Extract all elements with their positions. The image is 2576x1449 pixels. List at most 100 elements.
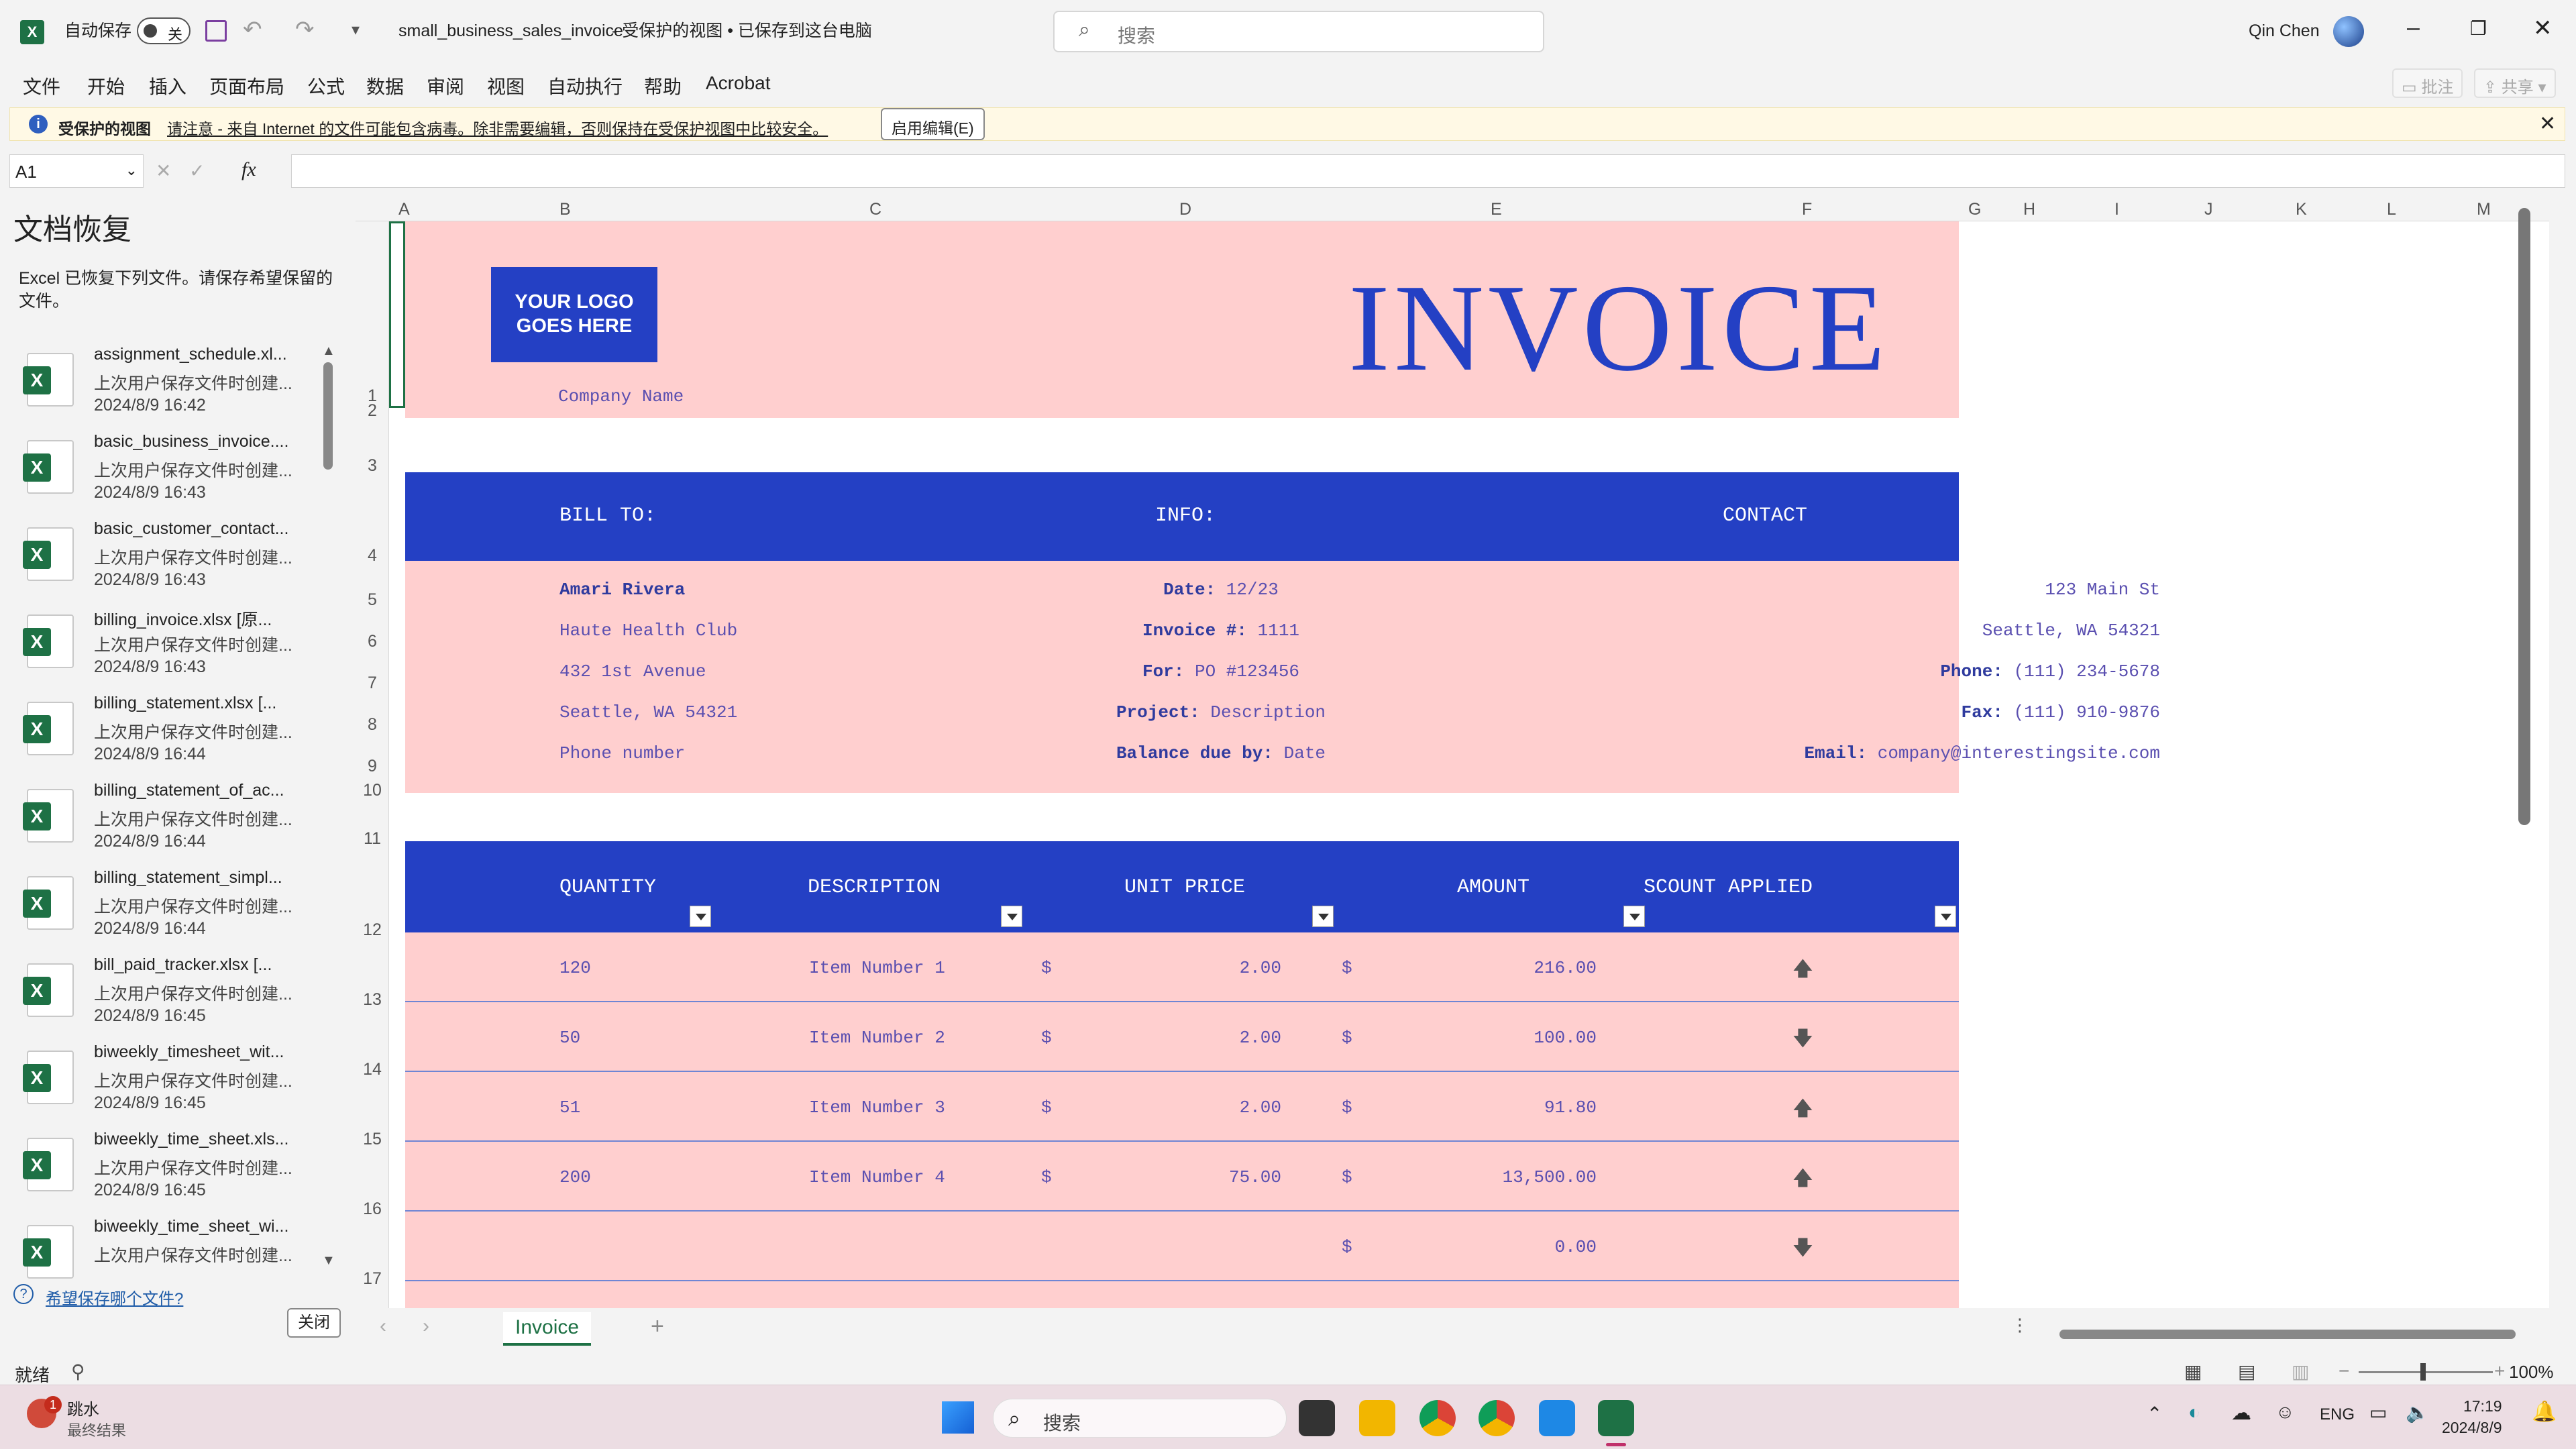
column-header[interactable]: F [1802, 200, 1812, 219]
which-file-link[interactable]: 希望保存哪个文件? [46, 1285, 183, 1309]
restore-icon[interactable]: ❐ [2470, 17, 2487, 40]
task-view-icon[interactable] [1299, 1400, 1335, 1436]
menu-page-layout[interactable]: 页面布局 [209, 72, 284, 99]
row-header[interactable]: 15 [356, 1130, 389, 1149]
scroll-up-icon[interactable]: ▲ [322, 343, 335, 359]
recovery-file-item[interactable]: Xassignment_schedule.xl... 上次用户保存文件时创建...… [20, 341, 309, 428]
volume-icon[interactable]: 🔈 [2406, 1401, 2429, 1424]
cancel-icon[interactable]: ✕ [156, 160, 171, 182]
quick-access-dropdown-icon[interactable]: ▾ [352, 20, 360, 40]
menu-home[interactable]: 开始 [87, 72, 125, 99]
menu-formulas[interactable]: 公式 [307, 72, 345, 99]
menu-insert[interactable]: 插入 [149, 72, 186, 99]
recovery-file-item[interactable]: Xbilling_statement.xlsx [... 上次用户保存文件时创建.… [20, 690, 309, 777]
menu-view[interactable]: 视图 [487, 72, 525, 99]
zoom-level[interactable]: 100% [2509, 1362, 2554, 1383]
row-header[interactable]: 17 [356, 1269, 389, 1289]
save-icon[interactable] [205, 20, 227, 42]
recovery-file-item[interactable]: Xbiweekly_time_sheet.xls... 上次用户保存文件时创建..… [20, 1126, 309, 1213]
column-header[interactable]: I [2114, 200, 2119, 219]
column-header[interactable]: K [2296, 200, 2307, 219]
enter-icon[interactable]: ✓ [189, 160, 205, 182]
undo-icon[interactable]: ↶ [243, 16, 262, 43]
autosave-toggle[interactable]: 关 [137, 17, 191, 44]
taskbar-search[interactable]: ⌕ 搜索 [993, 1399, 1287, 1438]
menu-data[interactable]: 数据 [366, 72, 404, 99]
filter-dropdown-description[interactable] [1001, 906, 1022, 927]
row-header[interactable]: 10 [356, 781, 389, 800]
accessibility-icon[interactable]: ⚲ [71, 1360, 85, 1383]
file-status[interactable]: - 受保护的视图 • 已保存到这台电脑 [612, 0, 872, 62]
row-header[interactable]: 6 [356, 632, 389, 651]
prev-sheet-icon[interactable]: ‹ [380, 1315, 386, 1338]
menu-help[interactable]: 帮助 [644, 72, 682, 99]
protected-view-message[interactable]: 请注意 - 来自 Internet 的文件可能包含病毒。除非需要编辑，否则保持在… [167, 116, 828, 139]
search-box[interactable]: ⌕ 搜索 [1053, 11, 1544, 52]
insert-function-icon[interactable]: fx [241, 158, 256, 181]
chrome-icon[interactable] [1419, 1400, 1456, 1436]
menu-file[interactable]: 文件 [23, 72, 60, 99]
row-header[interactable]: 3 [356, 456, 389, 476]
row-header[interactable]: 2 [356, 401, 389, 421]
filter-dropdown-unit-price[interactable] [1312, 906, 1334, 927]
notifications-bell-icon[interactable]: 🔔 [2532, 1400, 2557, 1424]
column-header[interactable]: A [398, 200, 410, 219]
column-header[interactable]: E [1491, 200, 1502, 219]
filter-dropdown-amount[interactable] [1623, 906, 1645, 927]
app-tray-icon[interactable]: ☺ [2275, 1401, 2295, 1423]
add-sheet-icon[interactable]: + [651, 1313, 664, 1340]
menu-acrobat[interactable]: Acrobat [706, 72, 771, 94]
column-header[interactable]: J [2204, 200, 2213, 219]
vscode-icon[interactable] [1539, 1400, 1575, 1436]
onedrive-icon[interactable]: ☁ [2231, 1401, 2251, 1425]
weather-title[interactable]: 跳水 [67, 1396, 99, 1419]
file-explorer-icon[interactable] [1359, 1400, 1395, 1436]
row-header[interactable]: 16 [356, 1199, 389, 1219]
row-header[interactable]: 5 [356, 590, 389, 610]
scroll-down-icon[interactable]: ▼ [322, 1253, 335, 1269]
selected-cell-a1[interactable] [389, 221, 405, 408]
user-name[interactable]: Qin Chen [2249, 0, 2320, 62]
row-header[interactable]: 12 [356, 920, 389, 940]
edge-icon[interactable]: ◐ [2188, 1401, 2200, 1424]
comments-button[interactable]: ▭ 批注 [2392, 68, 2463, 98]
row-header[interactable]: 11 [356, 829, 389, 849]
chevron-up-icon[interactable]: ⌃ [2147, 1403, 2162, 1425]
chevron-down-icon[interactable]: ⌄ [125, 162, 138, 179]
sheet-tab-invoice[interactable]: Invoice [503, 1312, 592, 1346]
close-window-icon[interactable]: ✕ [2533, 15, 2553, 42]
row-header[interactable]: 14 [356, 1060, 389, 1079]
column-header[interactable]: B [559, 200, 571, 219]
network-icon[interactable]: ▭ [2369, 1401, 2387, 1424]
avatar[interactable] [2333, 16, 2364, 47]
enable-editing-button[interactable]: 启用编辑(E) [881, 108, 985, 140]
column-header[interactable]: H [2023, 200, 2035, 219]
share-button[interactable]: ⇪ 共享 ▾ [2474, 68, 2556, 98]
recovery-file-item[interactable]: Xbill_paid_tracker.xlsx [... 上次用户保存文件时创建.… [20, 951, 309, 1038]
horizontal-scrollbar[interactable] [2059, 1330, 2516, 1339]
taskbar-clock[interactable]: 17:19 2024/8/9 [2442, 1395, 2502, 1438]
normal-view-icon[interactable]: ▦ [2184, 1360, 2202, 1383]
page-break-icon[interactable]: ▥ [2292, 1360, 2309, 1383]
column-header[interactable]: G [1968, 200, 1981, 219]
zoom-out-icon[interactable]: − [2339, 1360, 2349, 1382]
recovery-scrollbar[interactable] [323, 362, 333, 470]
close-icon[interactable]: ✕ [2539, 112, 2556, 136]
recovery-file-item[interactable]: Xbilling_statement_simpl... 上次用户保存文件时创建..… [20, 864, 309, 951]
column-header[interactable]: M [2477, 200, 2491, 219]
more-options-icon[interactable]: ⋮ [2011, 1315, 2029, 1336]
zoom-slider-thumb[interactable] [2420, 1363, 2426, 1381]
recovery-file-item[interactable]: Xbilling_invoice.xlsx [原... 上次用户保存文件时创建..… [20, 602, 309, 690]
name-box[interactable]: A1 ⌄ [9, 154, 144, 188]
zoom-in-icon[interactable]: + [2494, 1360, 2505, 1382]
row-header[interactable]: 8 [356, 715, 389, 735]
column-header[interactable]: C [869, 200, 881, 219]
row-header[interactable]: 4 [356, 546, 389, 566]
filter-dropdown-quantity[interactable] [690, 906, 711, 927]
input-language[interactable]: ENG [2320, 1405, 2355, 1424]
row-header[interactable]: 13 [356, 990, 389, 1010]
recovery-file-item[interactable]: Xbiweekly_timesheet_wit... 上次用户保存文件时创建...… [20, 1038, 309, 1126]
row-header[interactable]: 9 [356, 757, 389, 776]
recovery-file-item[interactable]: Xbilling_statement_of_ac... 上次用户保存文件时创建..… [20, 777, 309, 864]
chrome-profile-icon[interactable] [1479, 1400, 1515, 1436]
